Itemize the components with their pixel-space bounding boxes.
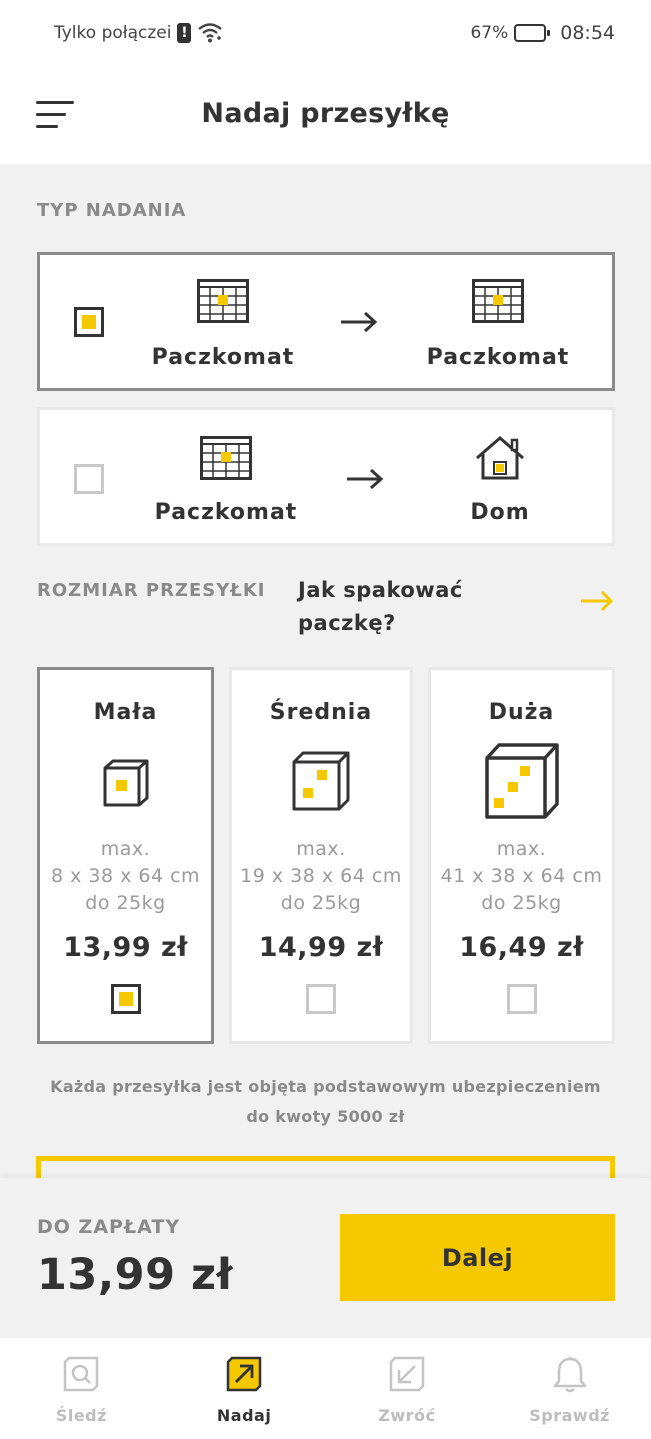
shipping-option-locker-to-home[interactable]: Paczkomat Dom [37,407,615,546]
size-name: Mała [93,700,158,725]
destination-label: Paczkomat [426,345,570,370]
destination-label: Dom [470,500,530,525]
track-icon [64,1356,99,1392]
battery-icon [514,24,551,42]
nav-item-check[interactable]: Sprawdź [488,1338,651,1439]
insurance-note: Każda przesyłka jest objęta podstawowym … [50,1077,601,1126]
box-large-icon [484,743,559,819]
dims-line: do 25kg [280,892,362,914]
parcel-locker-icon [197,279,249,323]
dims-line: 41 x 38 x 64 cm [440,865,603,887]
size-dimensions: max. 41 x 38 x 64 cm do 25kg [431,836,612,917]
shipping-type-label: TYP NADANIA [37,200,187,221]
origin-label: Paczkomat [151,345,295,370]
clock: 08:54 [560,22,615,44]
nav-label: Zwróć [378,1406,436,1425]
status-right: 67% 08:54 [470,22,615,44]
dims-line: max. [100,838,151,860]
parcel-locker-icon [200,436,252,480]
size-checkbox[interactable] [306,984,336,1014]
dims-line: do 25kg [481,892,562,914]
page-title: Nadaj przesyłkę [201,98,450,129]
dims-line: do 25kg [85,892,166,914]
destination-column: Dom [425,436,575,525]
dims-line: 19 x 38 x 64 cm [240,865,402,887]
size-checkbox[interactable] [110,984,141,1014]
arrow-right-icon [341,311,378,333]
size-dimensions: max. 8 x 38 x 64 cm do 25kg [40,836,211,917]
bell-icon [553,1357,586,1393]
status-left: Tylko połączei ! [54,22,223,44]
nav-item-track[interactable]: Śledź [0,1338,163,1439]
package-size-label: ROZMIAR PRZESYŁKI [37,580,266,601]
size-card-small[interactable]: Mała max. 8 x 38 x 64 cm do 25kg 13,99 z… [37,667,214,1044]
payment-label: DO ZAPŁATY [37,1216,181,1238]
payment-bar: DO ZAPŁATY 13,99 zł Dalej [0,1178,651,1338]
size-price: 14,99 zł [258,932,384,963]
wifi-icon [198,23,223,43]
nav-label: Sprawdź [529,1406,610,1425]
dims-line: max. [496,838,547,860]
size-card-medium[interactable]: Średnia max. 19 x 38 x 64 cm do 25kg 14,… [229,667,413,1044]
nav-item-return[interactable]: Zwróć [326,1338,489,1439]
size-dimensions: max. 19 x 38 x 64 cm do 25kg [232,836,410,917]
app-header: Nadaj przesyłkę [0,66,651,164]
arrow-right-icon[interactable] [580,590,614,612]
origin-column: Paczkomat [151,436,301,525]
size-name: Średnia [269,700,373,725]
status-bar: Tylko połączei ! 67% 08:54 [0,0,651,66]
box-small-icon [103,759,148,807]
nav-label: Nadaj [216,1406,272,1425]
box-medium-icon [292,751,350,811]
size-checkbox[interactable] [506,984,537,1014]
size-price: 16,49 zł [459,932,584,963]
destination-column: Paczkomat [423,279,573,370]
parcel-locker-icon [472,279,524,323]
bottom-navigation: Śledź Nadaj Zwróć Sprawdź [0,1338,651,1439]
nav-label: Śledź [55,1406,107,1425]
shipping-option-locker-to-locker[interactable]: Paczkomat Paczkomat [37,252,615,391]
origin-label: Paczkomat [154,500,298,525]
arrow-right-icon [347,468,384,490]
return-icon [389,1356,425,1392]
how-to-pack-link[interactable]: Jak spakować paczkę? [298,574,528,640]
option-checkbox[interactable] [74,307,104,337]
battery-percent: 67% [470,23,509,43]
size-card-large[interactable]: Duża max. 41 x 38 x 64 cm do 25kg 16,49 … [428,667,615,1044]
dims-line: 8 x 38 x 64 cm [50,865,201,887]
alert-icon: ! [177,23,192,43]
dims-line: max. [296,838,346,860]
house-icon [476,436,524,480]
carrier-text: Tylko połączei [54,23,172,43]
payment-amount: 13,99 zł [37,1250,233,1300]
size-name: Duża [488,700,555,725]
send-icon [226,1356,262,1392]
next-section-card [36,1156,615,1180]
origin-column: Paczkomat [148,279,298,370]
option-checkbox[interactable] [74,464,104,494]
size-price: 13,99 zł [63,932,188,963]
next-button[interactable]: Dalej [340,1214,615,1301]
nav-item-send[interactable]: Nadaj [163,1338,326,1439]
